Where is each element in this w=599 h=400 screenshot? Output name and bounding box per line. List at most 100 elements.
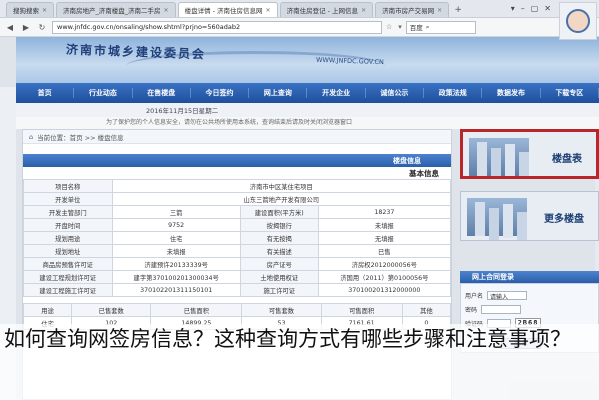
- breadcrumb: ⌂ 当前位置：首页 >> 楼盘信息: [23, 130, 451, 144]
- table-row: 开发单位 山东三箭地产开发有限公司: [23, 192, 452, 206]
- caption-text: 如何查询网签房信息？这种查询方式有哪些步骤和注意事项？: [0, 324, 599, 400]
- table-row: 规划地址 未填报 有关描述 已售: [23, 244, 452, 258]
- table-value: 济国用（2011）第0100056号: [317, 270, 452, 284]
- column-header: 其他: [401, 303, 452, 317]
- close-icon[interactable]: ✕: [266, 7, 271, 14]
- browser-tab[interactable]: 搜狗搜索 ✕: [6, 2, 55, 17]
- table-label: 规划用途: [23, 231, 113, 245]
- table-value: 9752: [111, 218, 241, 232]
- notice-bar: 为了保护您的个人信息安全，请勿在公共场所使用本系统，查询结束后请及时关闭浏览器窗…: [16, 117, 599, 129]
- username-label: 用户名: [465, 292, 484, 300]
- avatar[interactable]: [559, 2, 597, 40]
- table-row: 项目名称 济南市中区某住宅项目: [23, 179, 452, 193]
- search-input[interactable]: 百度 ⌕: [405, 20, 476, 34]
- table-row: 开盘时间 9752 按揭银行 未填报: [23, 218, 452, 232]
- table-label: 商品房预售许可证: [23, 257, 113, 271]
- table-row: 规划用途 住宅 有无按揭 无填报: [23, 231, 452, 245]
- login-pass-row: 密码: [465, 304, 522, 314]
- tab-label: 济南市房产交易网: [382, 7, 435, 15]
- forward-icon[interactable]: ▶: [20, 21, 32, 33]
- address-tools: ☆ ▾: [386, 23, 402, 31]
- site-title: 济南市城乡建设委员会: [65, 42, 207, 62]
- maximize-icon[interactable]: ▢: [531, 4, 539, 13]
- table-label: 开盘时间: [23, 218, 113, 232]
- close-icon[interactable]: ✕: [437, 7, 442, 14]
- table-label: 按揭银行: [239, 218, 319, 232]
- column-header: 用途: [22, 303, 73, 317]
- browser-tab-bar: 搜狗搜索 ✕ 济南房地产_济南楼盘_济南二手房 ✕ 楼盘详情 - 济南住房信息网 ✕ …: [0, 0, 599, 18]
- breadcrumb-text[interactable]: 当前位置：首页 >> 楼盘信息: [37, 132, 124, 142]
- column-header: 已售套数: [71, 303, 152, 317]
- date-text: 2016年11月15日星期二: [146, 107, 219, 115]
- browser-tab[interactable]: 济南房地产_济南楼盘_济南二手房 ✕: [56, 2, 176, 17]
- menu-item-policy[interactable]: 政策法规: [424, 88, 483, 98]
- menu-item-credit[interactable]: 诚信公示: [366, 88, 425, 98]
- close-icon[interactable]: ✕: [361, 7, 366, 14]
- building-table-label: 楼盘表: [552, 154, 582, 165]
- table-value: 山东三箭地产开发有限公司: [111, 192, 452, 206]
- login-user-row: 用户名 请输入: [465, 290, 528, 301]
- menu-item-home[interactable]: 首页: [16, 88, 75, 98]
- table-label: 有关描述: [239, 244, 319, 258]
- site-menu: 首页 行业动态 在售楼盘 今日签约 网上查询 开发企业 诚信公示 政策法规 数据…: [16, 83, 599, 103]
- table-label: 开发单位: [23, 192, 113, 206]
- table-label: 开发主管部门: [23, 205, 113, 219]
- menu-item-news[interactable]: 行业动态: [74, 88, 133, 98]
- browser-tab-active[interactable]: 楼盘详情 - 济南住房信息网 ✕: [177, 2, 278, 17]
- close-window-icon[interactable]: ✕: [544, 4, 551, 13]
- more-projects-link[interactable]: 更多楼盘: [460, 191, 599, 241]
- home-icon: ⌂: [29, 132, 34, 141]
- menu-chevron-icon[interactable]: ▾: [511, 4, 515, 13]
- new-tab-button[interactable]: +: [451, 2, 465, 17]
- password-label: 密码: [465, 306, 478, 314]
- table-row: 建设工程施工许可证 370102201311150101 施工许可证 37010…: [23, 283, 452, 297]
- table-row: 开发主管部门 三箭 建设面积(平方米) 18237: [23, 205, 452, 219]
- menu-item-data[interactable]: 数据发布: [482, 88, 541, 98]
- table-value: 370100201312000000: [317, 283, 452, 297]
- column-header: 可售面积: [320, 303, 403, 317]
- table-row: 建设工程规划许可证 建字第370100201300034号 土地使用权证 济国用…: [23, 270, 452, 284]
- star-icon[interactable]: ☆: [386, 23, 392, 31]
- tab-label: 济南住房登记 - 上网信息: [286, 7, 359, 15]
- table-value: 济房权2012000056号: [317, 257, 452, 271]
- table-label: 有无按揭: [239, 231, 319, 245]
- dropdown-icon[interactable]: ▾: [398, 23, 402, 31]
- login-title: 网上合同登录: [460, 271, 599, 283]
- menu-item-query[interactable]: 网上查询: [249, 88, 308, 98]
- column-header: 已售面积: [150, 303, 243, 317]
- date-bar: 2016年11月15日星期二: [16, 103, 599, 117]
- username-field[interactable]: 请输入: [487, 290, 528, 301]
- url-input[interactable]: www.jnfdc.gov.cn/onsaling/show.shtml?prj…: [52, 20, 382, 34]
- building-table-link[interactable]: 楼盘表: [460, 129, 599, 179]
- table-value: 18237: [317, 205, 452, 219]
- table-value: 济建预许20133339号: [111, 257, 241, 271]
- close-icon[interactable]: ✕: [42, 7, 47, 14]
- url-text: www.jnfdc.gov.cn/onsaling/show.shtml?prj…: [57, 23, 241, 31]
- project-info-table: 项目名称 济南市中区某住宅项目 开发单位 山东三箭地产开发有限公司 开发主管部门…: [23, 179, 452, 297]
- menu-item-today[interactable]: 今日签约: [191, 88, 250, 98]
- table-label: 土地使用权证: [239, 270, 319, 284]
- building-image: [469, 138, 529, 176]
- table-label: 建设工程施工许可证: [23, 283, 113, 297]
- panel-title: 楼盘信息: [23, 154, 451, 167]
- close-icon[interactable]: ✕: [164, 7, 169, 14]
- table-value: 已售: [317, 244, 452, 258]
- table-value: 三箭: [111, 205, 241, 219]
- menu-item-developers[interactable]: 开发企业: [307, 88, 366, 98]
- back-icon[interactable]: ◀: [4, 21, 16, 33]
- browser-tab[interactable]: 济南市房产交易网 ✕: [375, 2, 450, 17]
- browser-tab[interactable]: 济南住房登记 - 上网信息 ✕: [279, 2, 374, 17]
- tab-label: 济南房地产_济南楼盘_济南二手房: [63, 7, 161, 15]
- table-label: 建设面积(平方米): [239, 205, 319, 219]
- more-projects-label: 更多楼盘: [544, 214, 584, 225]
- minimize-icon[interactable]: –: [521, 4, 525, 13]
- menu-item-download[interactable]: 下载专区: [541, 88, 599, 98]
- address-bar-row: ◀ ▶ ↻ www.jnfdc.gov.cn/onsaling/show.sht…: [0, 18, 599, 37]
- table-label: 建设工程规划许可证: [23, 270, 113, 284]
- search-icon[interactable]: ⌕: [426, 23, 430, 32]
- refresh-icon[interactable]: ↻: [36, 21, 48, 33]
- table-value: 无填报: [317, 231, 452, 245]
- menu-item-onsale[interactable]: 在售楼盘: [133, 88, 191, 98]
- password-field[interactable]: [481, 304, 522, 314]
- building-image: [467, 198, 527, 236]
